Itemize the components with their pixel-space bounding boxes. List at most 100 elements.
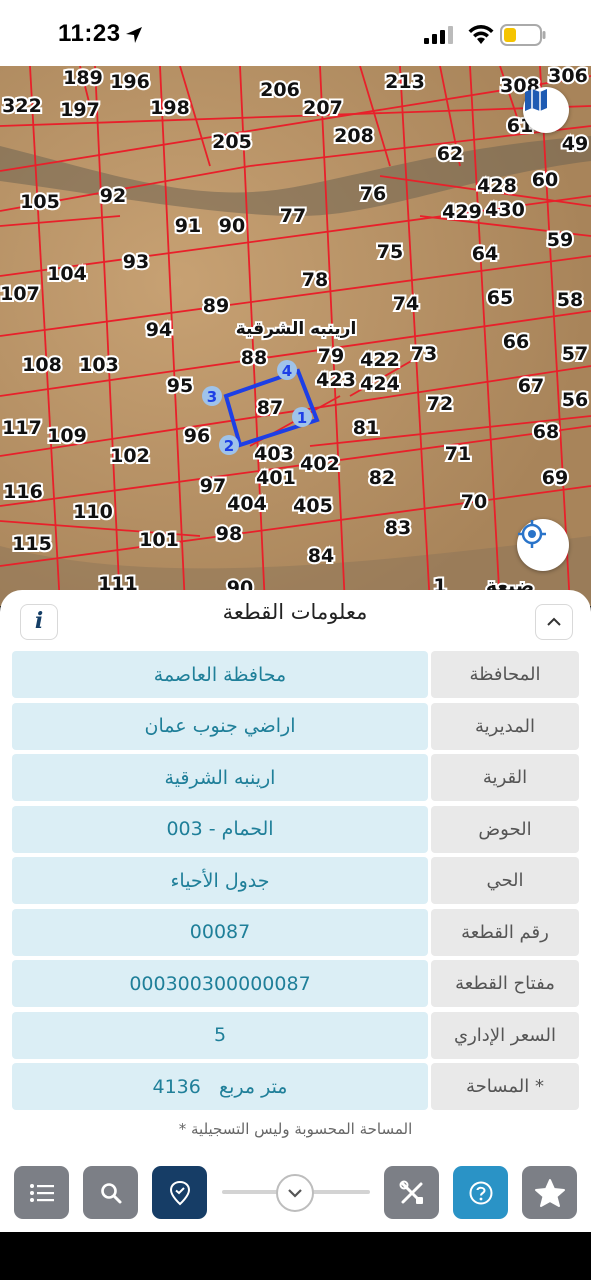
collapse-panel-button[interactable]	[535, 604, 573, 640]
parcel-number-label: 88	[241, 347, 267, 369]
parcel-number-label: 423	[316, 369, 356, 391]
cellular-signal-icon	[424, 26, 453, 44]
parcel-number-label: 78	[302, 269, 328, 291]
parcel-number-label: 429	[442, 201, 482, 223]
locate-me-button[interactable]	[517, 519, 569, 571]
row-parcel-key: 000300300000087 مفتاح القطعة	[12, 960, 579, 1007]
parcel-number-label: 208	[334, 125, 374, 147]
home-indicator-area	[0, 1232, 591, 1280]
map-canvas[interactable]: 189 196 206 213 308 306322 197 198 2076149205 208…	[0, 66, 591, 606]
parcel-number-label: 108	[22, 354, 62, 376]
row-village: ارينبه الشرقية القرية	[12, 754, 579, 801]
parcel-info-panel: i معلومات القطعة محافظة العاصمة المحافظة…	[0, 590, 591, 1152]
parcel-number-label: 92	[100, 185, 126, 207]
parcel-number-label: 96	[184, 425, 210, 447]
help-button[interactable]	[453, 1166, 508, 1219]
basin-label: الحوض	[431, 805, 579, 853]
parcel-number-label: 206	[260, 79, 300, 101]
parcel-number-label: 107	[0, 283, 40, 305]
crosshair-icon	[518, 520, 546, 548]
chevron-down-icon	[288, 1189, 302, 1198]
parcel-number-label: 109	[47, 425, 87, 447]
parcel-number-label: 405	[293, 495, 333, 517]
list-icon	[29, 1183, 54, 1202]
admin-price-value: 5	[12, 1011, 428, 1059]
help-icon	[469, 1181, 492, 1204]
svg-text:3: 3	[207, 388, 217, 406]
parcel-number-label: 98	[216, 523, 242, 545]
parcel-number-label: 75	[377, 241, 403, 263]
area-label: المساحة *	[431, 1063, 579, 1110]
area-value: 4136 متر مربع	[12, 1063, 428, 1110]
menu-list-button[interactable]	[14, 1166, 69, 1219]
info-button[interactable]: i	[20, 604, 58, 640]
vertex-marker-1[interactable]: 1	[292, 407, 312, 427]
parcel-number-label: 205	[212, 131, 252, 153]
parcel-number-label: 67	[518, 375, 544, 397]
parcel-number-label: 70	[461, 491, 487, 513]
star-icon	[534, 1178, 565, 1207]
parcel-number-label: 101	[139, 529, 179, 551]
admin-price-label: السعر الإداري	[431, 1011, 579, 1059]
parcel-number-label: 422	[360, 349, 400, 371]
village-map-label: ارينبه الشرقية	[236, 319, 357, 339]
parcel-number-label: 68	[533, 421, 559, 443]
directorate-value: اراضي جنوب عمان	[12, 702, 428, 750]
parcel-number-label: 72	[427, 393, 453, 415]
tools-icon	[399, 1180, 423, 1204]
parcel-number-label: 81	[353, 417, 379, 439]
vertex-marker-3[interactable]: 3	[202, 386, 222, 406]
parcel-number-label: 115	[12, 533, 52, 555]
parcel-number-label: 404	[227, 493, 267, 515]
neighborhood-label: الحي	[431, 857, 579, 904]
parcel-number-label: 102	[110, 445, 150, 467]
svg-text:2: 2	[224, 437, 234, 455]
parcel-number-label: 83	[385, 517, 411, 539]
cadastral-map[interactable]: 189 196 206 213 308 306 322 197 198 207 61 49 205 208…	[0, 66, 591, 606]
parcel-number-value: 00087	[12, 908, 428, 956]
map-layers-button[interactable]	[523, 87, 569, 133]
governorate-value: محافظة العاصمة	[12, 651, 428, 698]
parcel-number-label: 189	[63, 67, 103, 89]
parcel-number-label: 104	[47, 263, 87, 285]
parcel-key-value: 000300300000087	[12, 960, 428, 1007]
location-button[interactable]	[152, 1166, 207, 1219]
parcel-number-label: 71	[445, 443, 471, 465]
wifi-icon	[468, 25, 494, 44]
parcel-number-label: 82	[369, 467, 395, 489]
vertex-marker-4[interactable]: 4	[277, 360, 297, 380]
parcel-number-label: 306	[548, 66, 588, 87]
parcel-number-label: 58	[557, 289, 583, 311]
location-arrow-icon	[126, 27, 142, 43]
row-parcel-number: 00087 رقم القطعة	[12, 908, 579, 956]
favorites-button[interactable]	[522, 1166, 577, 1219]
parcel-number-label: 196	[110, 71, 150, 93]
parcel-number-label: 95	[167, 375, 193, 397]
tools-button[interactable]	[384, 1166, 439, 1219]
row-basin: الحمام - 003 الحوض	[12, 805, 579, 853]
parcel-number-label: 94	[146, 319, 172, 341]
parcel-number-label: 62	[437, 143, 463, 165]
directorate-label: المديرية	[431, 702, 579, 750]
parcel-number-label: 64	[472, 243, 498, 265]
parcel-number-label: 87	[257, 397, 283, 419]
row-neighborhood: جدول الأحياء الحي	[12, 857, 579, 904]
area-footnote: * المساحة المحسوبة وليس التسجيلية	[178, 1120, 413, 1138]
clock: 11:23	[58, 20, 121, 47]
parcel-number-label: 322	[2, 95, 42, 117]
search-button[interactable]	[83, 1166, 138, 1219]
parcel-number-label: 77	[280, 205, 306, 227]
svg-text:4: 4	[282, 362, 292, 380]
parcel-number-label: 59	[547, 229, 573, 251]
parcel-number-label: 79	[318, 345, 344, 367]
vertex-marker-2[interactable]: 2	[219, 435, 239, 455]
parcel-number-label: 401	[256, 467, 296, 489]
parcel-number-label: 103	[79, 354, 119, 376]
parcel-number-label: 66	[503, 331, 529, 353]
parcel-number-label: 84	[308, 545, 334, 567]
battery-icon	[500, 24, 546, 46]
parcel-number-label: 76	[360, 183, 386, 205]
row-admin-price: 5 السعر الإداري	[12, 1011, 579, 1059]
zoom-slider-knob[interactable]	[276, 1174, 314, 1212]
location-pin-icon	[169, 1180, 190, 1205]
